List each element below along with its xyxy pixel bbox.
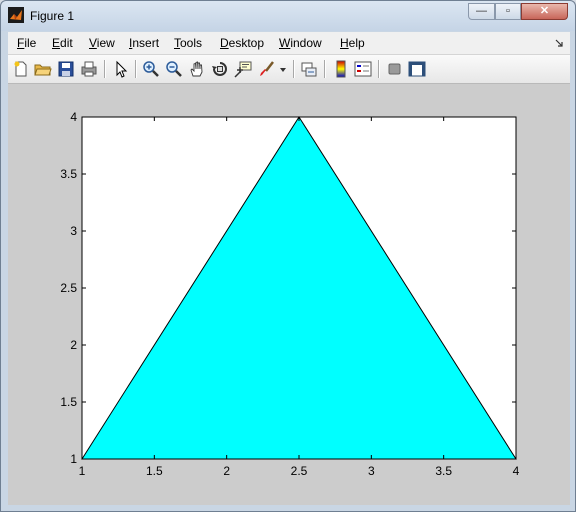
- maximize-button[interactable]: ▫: [495, 3, 521, 20]
- figure-canvas[interactable]: 1 1.5 2 2.5 3 3.5 4 1 1.5 2 2.5 3 3.5 4: [8, 84, 570, 505]
- menu-tools[interactable]: Tools: [174, 36, 202, 50]
- toolbar-separator: [104, 60, 106, 78]
- dock-arrow-icon[interactable]: [554, 38, 564, 48]
- colorbar-icon[interactable]: [332, 60, 350, 78]
- y-tick-label: 4: [70, 110, 77, 124]
- hide-plot-tools-icon[interactable]: [386, 60, 404, 78]
- menu-bar: File Edit View Insert Tools Desktop Wind…: [8, 32, 570, 55]
- show-plot-tools-icon[interactable]: [408, 60, 426, 78]
- zoom-in-icon[interactable]: [142, 60, 160, 78]
- y-tick-label: 2.5: [60, 281, 77, 295]
- minimize-button[interactable]: —: [468, 3, 495, 20]
- title-bar[interactable]: Figure 1 — ▫ ✕: [1, 1, 575, 31]
- brush-icon[interactable]: [258, 60, 276, 78]
- matlab-logo-icon: [8, 7, 24, 23]
- rotate-3d-icon[interactable]: [211, 60, 229, 78]
- x-tick-label: 3.5: [435, 464, 452, 478]
- link-plot-icon[interactable]: [300, 60, 318, 78]
- y-tick-label: 1: [70, 452, 77, 466]
- x-tick-label: 2.5: [291, 464, 308, 478]
- print-icon[interactable]: [80, 60, 98, 78]
- menu-file[interactable]: File: [17, 36, 36, 50]
- x-tick-label: 1.5: [146, 464, 163, 478]
- data-cursor-icon[interactable]: [234, 60, 252, 78]
- legend-icon[interactable]: [354, 60, 372, 78]
- brush-dropdown-icon[interactable]: [278, 60, 288, 78]
- pan-hand-icon[interactable]: [188, 60, 206, 78]
- menu-help[interactable]: Help: [340, 36, 365, 50]
- edit-plot-arrow-icon[interactable]: [112, 60, 130, 78]
- new-figure-icon[interactable]: [12, 60, 30, 78]
- toolbar-separator: [324, 60, 326, 78]
- y-tick-label: 3: [70, 224, 77, 238]
- x-tick-label: 3: [368, 464, 375, 478]
- toolbar-separator: [378, 60, 380, 78]
- menu-desktop[interactable]: Desktop: [220, 36, 264, 50]
- menu-view[interactable]: View: [89, 36, 115, 50]
- y-tick-label: 2: [70, 338, 77, 352]
- x-tick-label: 4: [513, 464, 520, 478]
- menu-insert[interactable]: Insert: [129, 36, 159, 50]
- toolbar-separator: [135, 60, 137, 78]
- window-title: Figure 1: [30, 9, 75, 23]
- zoom-out-icon[interactable]: [165, 60, 183, 78]
- open-file-icon[interactable]: [34, 60, 52, 78]
- menu-edit[interactable]: Edit: [52, 36, 73, 50]
- toolbar-separator: [293, 60, 295, 78]
- figure-window: Figure 1 — ▫ ✕ File Edit View Insert Too…: [0, 0, 576, 512]
- x-tick-label: 2: [223, 464, 230, 478]
- menu-window[interactable]: Window: [279, 36, 322, 50]
- y-tick-label: 1.5: [60, 395, 77, 409]
- plot-axes[interactable]: 1 1.5 2 2.5 3 3.5 4 1 1.5 2 2.5 3 3.5 4: [8, 84, 570, 505]
- figure-toolbar: [8, 55, 570, 84]
- close-button[interactable]: ✕: [521, 3, 568, 20]
- save-icon[interactable]: [57, 60, 75, 78]
- y-tick-label: 3.5: [60, 167, 77, 181]
- x-tick-label: 1: [79, 464, 86, 478]
